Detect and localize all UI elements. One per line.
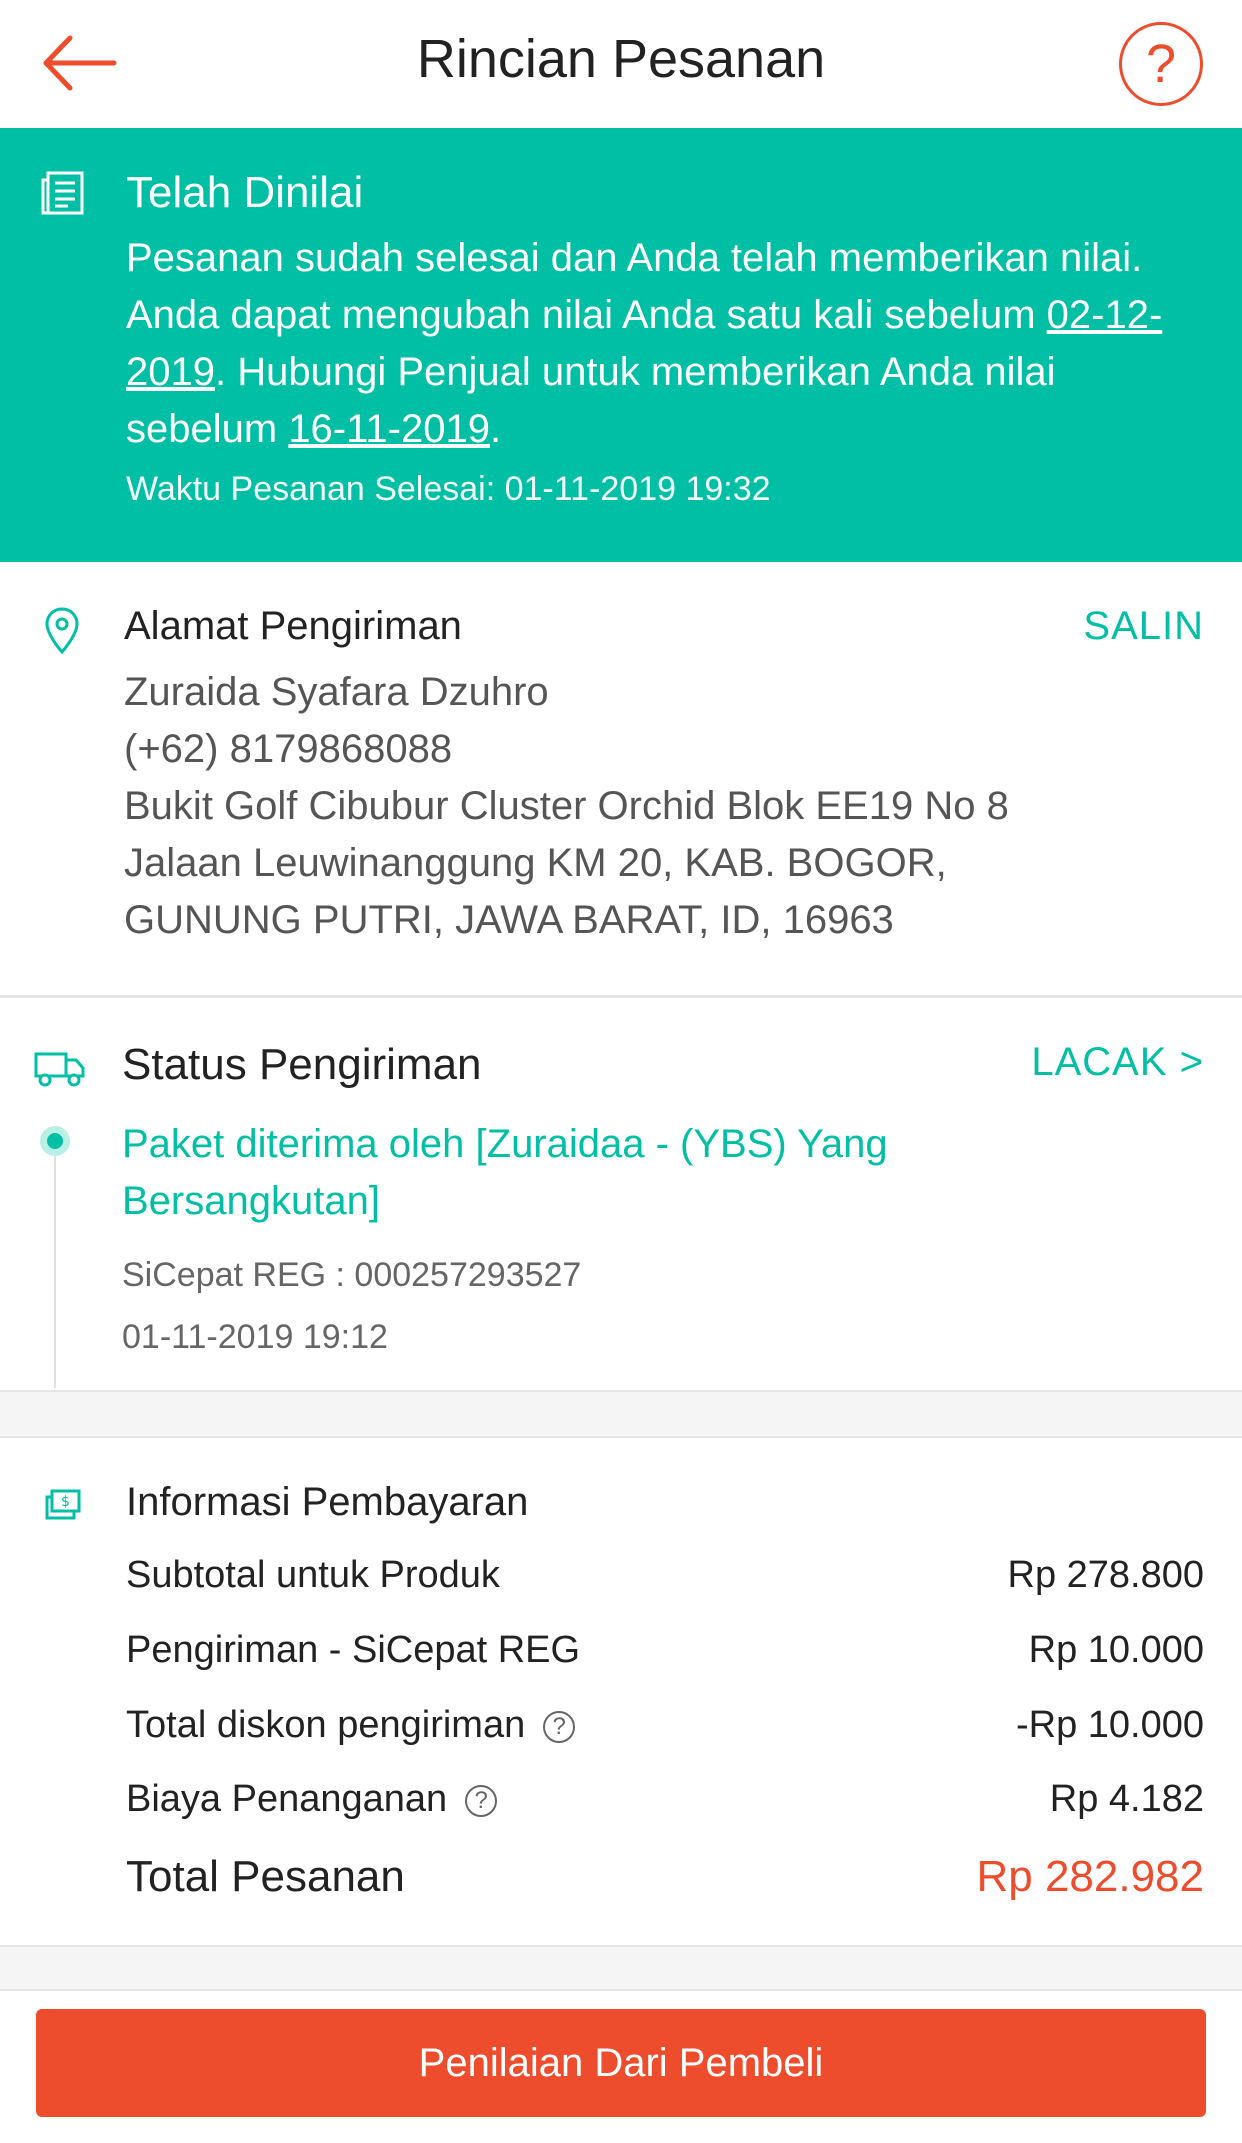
payment-row-value: -Rp 10.000 [1015, 1704, 1204, 1746]
buyer-rating-button[interactable]: Penilaian Dari Pembeli [36, 2009, 1206, 2117]
order-total-row: Total Pesanan Rp 282.982 [126, 1852, 1204, 1912]
payment-row: Pengiriman - SiCepat REG Rp 10.000 [126, 1629, 1204, 1679]
bottom-action-bar: Penilaian Dari Pembeli [0, 1991, 1242, 2143]
payment-row-label-wrap: Total diskon pengiriman? [126, 1704, 576, 1747]
banner-text-3: . [489, 407, 502, 451]
payment-row-label: Total diskon pengiriman [126, 1704, 526, 1746]
order-total-label: Total Pesanan [126, 1852, 405, 1901]
money-icon: $ [45, 1489, 81, 1520]
question-circle-icon[interactable]: ? [543, 1710, 576, 1743]
payment-row-value: Rp 10.000 [1028, 1629, 1204, 1671]
address-line: Bukit Golf Cibubur Cluster Orchid Blok E… [124, 784, 1009, 828]
section-title: Status Pengiriman [122, 1040, 482, 1089]
payment-row-label: Biaya Penanganan [126, 1778, 448, 1820]
payment-row-label-wrap: Biaya Penanganan? [126, 1778, 498, 1821]
order-total-value: Rp 282.982 [976, 1852, 1204, 1901]
truck-icon [34, 1052, 85, 1087]
recipient-name: Zuraida Syafara Dzuhro [124, 670, 549, 714]
order-completed-time: Waktu Pesanan Selesai: 01-11-2019 19:32 [126, 470, 771, 508]
shipping-status-section: Status Pengiriman LACAK > Paket diterima… [0, 998, 1242, 1390]
timeline-dot [40, 1126, 70, 1156]
payment-row: Total diskon pengiriman? -Rp 10.000 [126, 1704, 1204, 1754]
top-app-bar: Rincian Pesanan ? [0, 0, 1242, 128]
section-title: Informasi Pembayaran [126, 1480, 529, 1524]
address-line: GUNUNG PUTRI, JAWA BARAT, ID, 16963 [124, 898, 894, 942]
copy-address-button[interactable]: SALIN [1083, 604, 1204, 649]
banner-message: Pesanan sudah selesai dan Anda telah mem… [126, 230, 1186, 458]
shipping-address-section: Alamat Pengiriman SALIN Zuraida Syafara … [0, 562, 1242, 996]
banner-text-2: . Hubungi Penjual untuk memberikan Anda … [126, 350, 1056, 451]
track-shipment-button[interactable]: LACAK > [1031, 1040, 1204, 1085]
section-gap [0, 1945, 1242, 1991]
seller-rating-deadline-link[interactable]: 16-11-2019 [288, 407, 490, 451]
payment-row-label: Pengiriman - SiCepat REG [126, 1629, 581, 1671]
document-icon [41, 171, 84, 215]
location-pin-icon [45, 607, 79, 655]
address-line: Jalaan Leuwinanggung KM 20, KAB. BOGOR, [124, 841, 947, 885]
payment-row-value: Rp 278.800 [1007, 1554, 1205, 1596]
help-button[interactable]: ? [1119, 22, 1203, 106]
address-details: Zuraida Syafara Dzuhro (+62) 8179868088 … [124, 664, 1009, 949]
banner-title: Telah Dinilai [126, 168, 364, 217]
page-title: Rincian Pesanan [416, 29, 826, 89]
payment-row-label: Subtotal untuk Produk [126, 1554, 500, 1596]
courier-tracking-number: SiCepat REG : 000257293527 [122, 1256, 582, 1294]
section-title: Alamat Pengiriman [124, 604, 462, 648]
section-gap [0, 1390, 1242, 1438]
payment-row: Subtotal untuk Produk Rp 278.800 [126, 1554, 1204, 1604]
shipping-event-date: 01-11-2019 19:12 [122, 1318, 388, 1356]
recipient-phone: (+62) 8179868088 [124, 727, 453, 771]
timeline-line [54, 1140, 56, 1388]
latest-shipping-event: Paket diterima oleh [Zuraidaa - (YBS) Ya… [122, 1122, 888, 1223]
order-status-banner: Telah Dinilai Pesanan sudah selesai dan … [0, 128, 1242, 562]
payment-row-value: Rp 4.182 [1049, 1778, 1204, 1820]
question-circle-icon[interactable]: ? [465, 1784, 498, 1817]
payment-info-section: $ Informasi Pembayaran Subtotal untuk Pr… [0, 1438, 1242, 1948]
svg-text:$: $ [61, 1494, 70, 1510]
payment-row: Biaya Penanganan? Rp 4.182 [126, 1778, 1204, 1828]
banner-text-1: Pesanan sudah selesai dan Anda telah mem… [126, 236, 1143, 337]
